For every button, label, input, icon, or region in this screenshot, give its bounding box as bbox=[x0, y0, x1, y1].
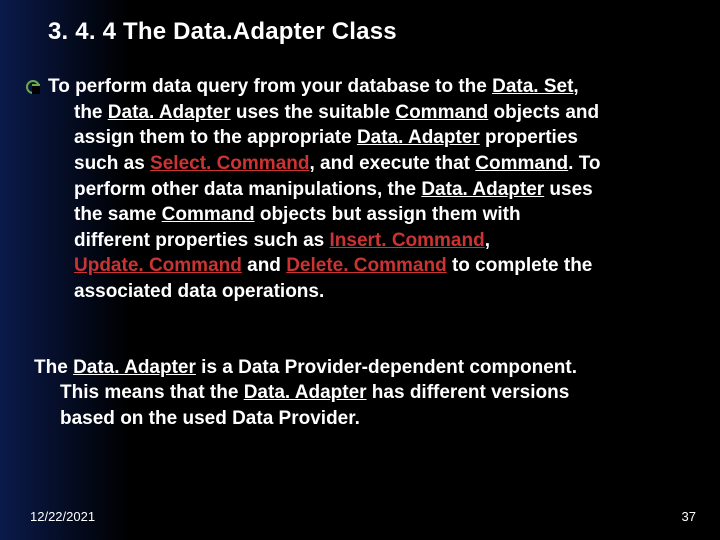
text: uses bbox=[544, 179, 593, 200]
term-selectcommand: Select. Command bbox=[150, 153, 309, 174]
slide-footer: 12/22/2021 37 bbox=[30, 509, 696, 524]
text: the bbox=[48, 102, 108, 123]
text: based on the used Data Provider. bbox=[34, 408, 360, 429]
text: This means that the bbox=[34, 382, 244, 403]
text: and bbox=[242, 255, 286, 276]
text: objects but assign them with bbox=[255, 204, 521, 225]
text: perform other data manipulations, the bbox=[48, 179, 421, 200]
term-dataadapter: Data. Adapter bbox=[244, 382, 367, 403]
paragraph-1: To perform data query from your database… bbox=[48, 74, 601, 305]
term-dataadapter: Data. Adapter bbox=[421, 179, 544, 200]
text: To perform data query from your database… bbox=[48, 76, 492, 97]
term-updatecommand: Update. Command bbox=[48, 255, 242, 276]
term-command: Command bbox=[162, 204, 255, 225]
term-insertcommand: Insert. Command bbox=[330, 230, 485, 251]
term-dataadapter: Data. Adapter bbox=[357, 127, 480, 148]
text: objects and bbox=[488, 102, 599, 123]
term-deletecommand: Delete. Command bbox=[286, 255, 446, 276]
term-dataset: Data. Set bbox=[492, 76, 573, 97]
bullet-icon bbox=[26, 80, 40, 94]
text: . To bbox=[568, 153, 600, 174]
text: associated data operations. bbox=[48, 281, 324, 302]
text: has different versions bbox=[367, 382, 570, 403]
paragraph-2: The Data. Adapter is a Data Provider-dep… bbox=[34, 355, 690, 432]
text: is a Data Provider-dependent component. bbox=[196, 357, 577, 378]
text: uses the suitable bbox=[231, 102, 396, 123]
text: properties bbox=[480, 127, 578, 148]
term-dataadapter: Data. Adapter bbox=[73, 357, 196, 378]
text: different properties such as bbox=[48, 230, 330, 251]
term-dataadapter: Data. Adapter bbox=[108, 102, 231, 123]
term-command: Command bbox=[475, 153, 568, 174]
text: assign them to the appropriate bbox=[48, 127, 357, 148]
text: to complete the bbox=[447, 255, 593, 276]
slide-container: 3. 4. 4 The Data.Adapter Class To perfor… bbox=[0, 0, 720, 432]
bullet-block-1: To perform data query from your database… bbox=[26, 74, 690, 331]
term-command: Command bbox=[395, 102, 488, 123]
footer-date: 12/22/2021 bbox=[30, 509, 95, 524]
text: the same bbox=[48, 204, 162, 225]
text: , and execute that bbox=[309, 153, 475, 174]
text: such as bbox=[48, 153, 150, 174]
slide-heading: 3. 4. 4 The Data.Adapter Class bbox=[48, 18, 690, 46]
text: , bbox=[485, 230, 490, 251]
footer-page-number: 37 bbox=[682, 509, 696, 524]
text: The bbox=[34, 357, 73, 378]
text: , bbox=[573, 76, 578, 97]
